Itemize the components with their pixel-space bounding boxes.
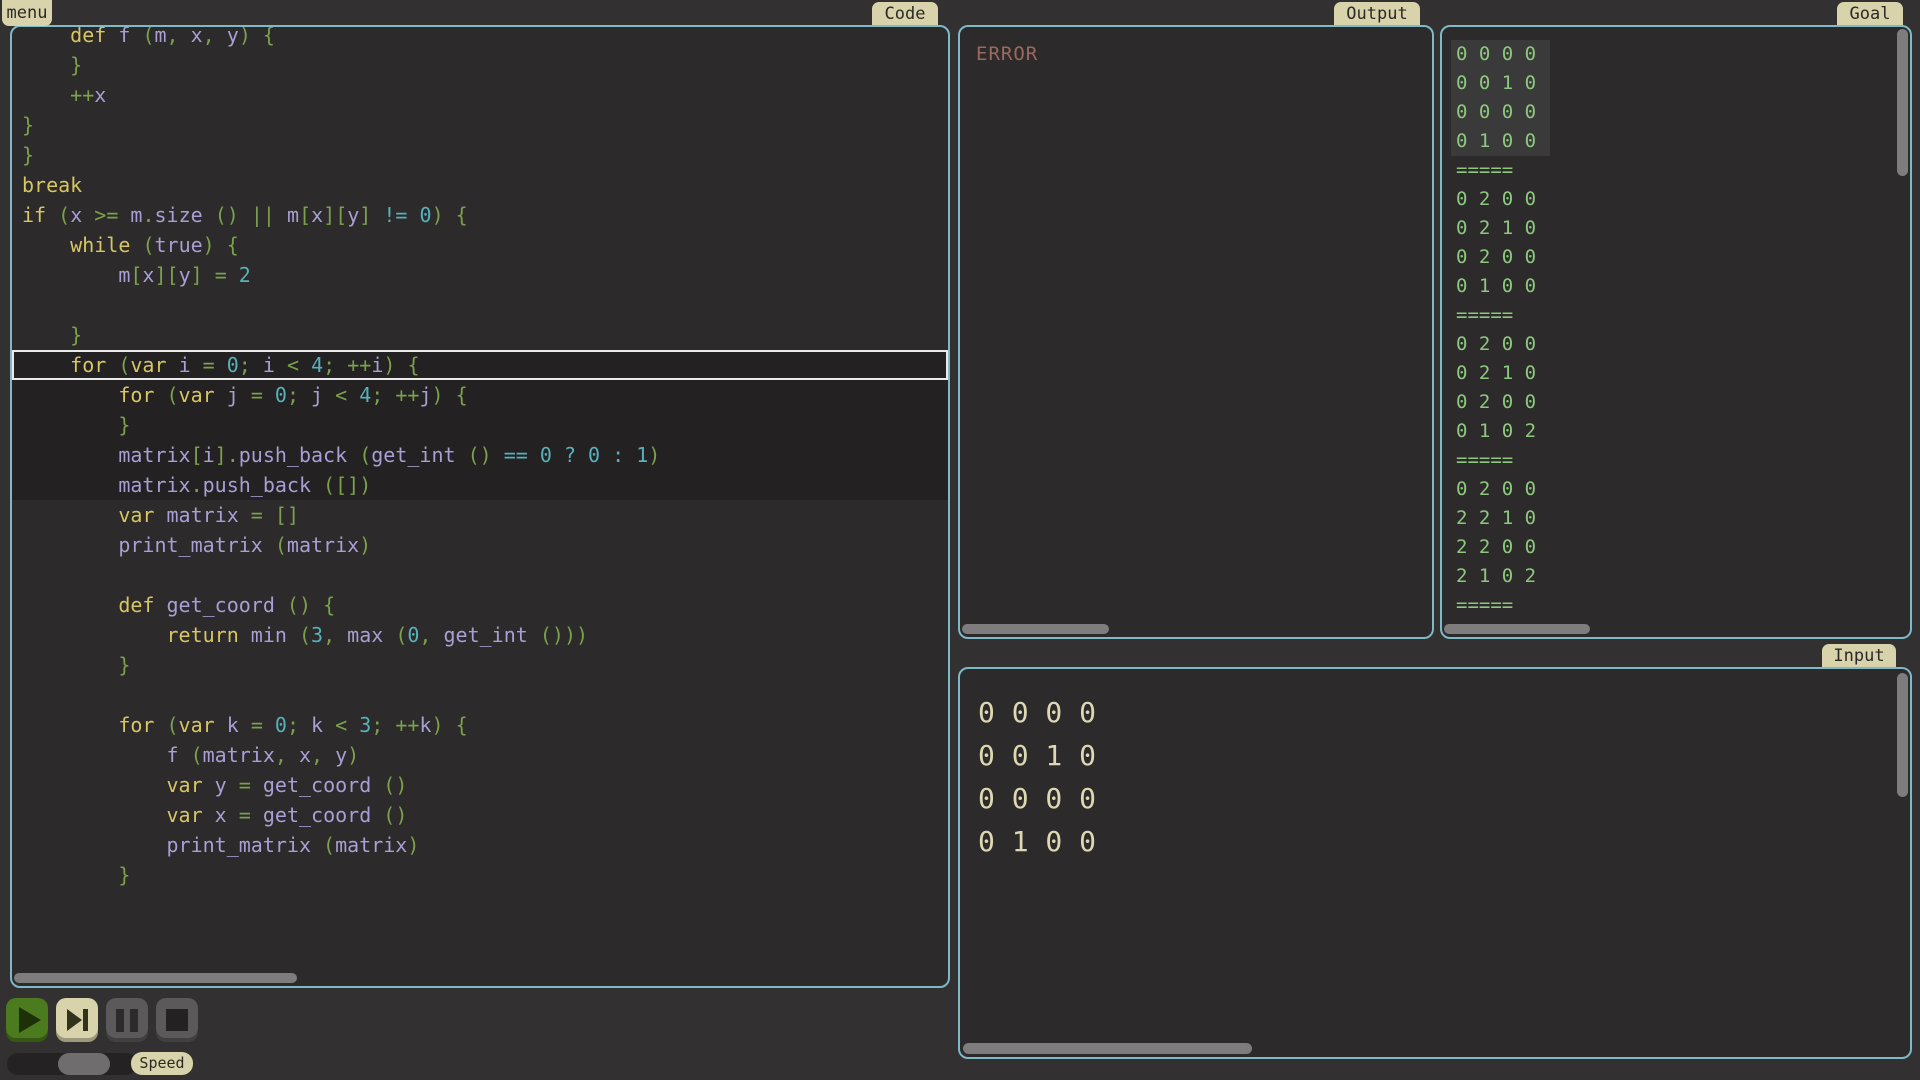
output-panel: ERROR bbox=[958, 25, 1434, 639]
tab-goal[interactable]: Goal bbox=[1837, 2, 1903, 26]
tab-code[interactable]: Code bbox=[872, 2, 938, 26]
code-line[interactable]: return min (3, max (0, get_int ())) bbox=[12, 620, 948, 650]
code-line[interactable]: f (matrix, x, y) bbox=[12, 740, 948, 770]
goal-line: 0 2 0 0 bbox=[1442, 185, 1910, 214]
goal-line: 0 1 0 0 bbox=[1442, 127, 1910, 156]
play-icon bbox=[19, 1007, 41, 1033]
output-h-scrollbar[interactable] bbox=[962, 624, 1109, 634]
code-line[interactable]: break bbox=[12, 170, 948, 200]
code-line[interactable]: } bbox=[12, 320, 948, 350]
goal-line: 0 2 0 0 bbox=[1442, 330, 1910, 359]
goal-line: ===== bbox=[1442, 156, 1910, 185]
code-line[interactable]: } bbox=[12, 860, 948, 890]
input-line: 0 1 0 0 bbox=[960, 820, 1910, 863]
goal-line: 0 2 0 0 bbox=[1442, 475, 1910, 504]
goal-line: 2 2 0 0 bbox=[1442, 533, 1910, 562]
step-forward-icon bbox=[67, 1009, 88, 1031]
goal-panel: 0 0 0 00 0 1 00 0 0 00 1 0 0=====0 2 0 0… bbox=[1440, 25, 1912, 639]
goal-line: ===== bbox=[1442, 446, 1910, 475]
input-line: 0 0 0 0 bbox=[960, 691, 1910, 734]
goal-line: 0 1 0 0 bbox=[1442, 272, 1910, 301]
stop-icon bbox=[166, 1009, 188, 1031]
goal-line: 0 0 0 0 bbox=[1442, 98, 1910, 127]
goal-line: 0 2 1 0 bbox=[1442, 359, 1910, 388]
code-line[interactable]: for (var k = 0; k < 3; ++k) { bbox=[12, 710, 948, 740]
code-panel: def f (m, x, y) { } ++x}}breakif (x >= m… bbox=[10, 25, 950, 988]
code-line[interactable]: print_matrix (matrix) bbox=[12, 830, 948, 860]
goal-h-scrollbar[interactable] bbox=[1444, 624, 1590, 634]
code-line[interactable]: for (var i = 0; i < 4; ++i) { bbox=[12, 350, 948, 380]
goal-line: 0 2 1 0 bbox=[1442, 214, 1910, 243]
goal-line: 2 1 0 2 bbox=[1442, 562, 1910, 591]
input-line: 0 0 0 0 bbox=[960, 777, 1910, 820]
code-line[interactable]: for (var j = 0; j < 4; ++j) { bbox=[12, 380, 948, 410]
code-line[interactable]: var matrix = [] bbox=[12, 500, 948, 530]
code-line[interactable]: m[x][y] = 2 bbox=[12, 260, 948, 290]
pause-icon bbox=[116, 1009, 138, 1032]
code-lines: def f (m, x, y) { } ++x}}breakif (x >= m… bbox=[12, 25, 948, 890]
input-lines: 0 0 0 00 0 1 00 0 0 00 1 0 0 bbox=[960, 691, 1910, 863]
input-h-scrollbar[interactable] bbox=[963, 1043, 1252, 1054]
code-line[interactable]: } bbox=[12, 410, 948, 440]
code-line[interactable]: def get_coord () { bbox=[12, 590, 948, 620]
code-line[interactable]: ++x bbox=[12, 80, 948, 110]
code-line[interactable]: matrix.push_back ([]) bbox=[12, 470, 948, 500]
code-line[interactable]: while (true) { bbox=[12, 230, 948, 260]
pause-button[interactable] bbox=[106, 998, 148, 1042]
code-line[interactable]: if (x >= m.size () || m[x][y] != 0) { bbox=[12, 200, 948, 230]
tab-output[interactable]: Output bbox=[1334, 2, 1420, 26]
code-line[interactable] bbox=[12, 290, 948, 320]
code-line[interactable]: matrix[i].push_back (get_int () == 0 ? 0… bbox=[12, 440, 948, 470]
goal-line: ===== bbox=[1442, 301, 1910, 330]
play-button[interactable] bbox=[6, 998, 48, 1042]
code-h-scrollbar[interactable] bbox=[14, 973, 297, 983]
code-line[interactable] bbox=[12, 680, 948, 710]
input-line: 0 0 1 0 bbox=[960, 734, 1910, 777]
code-line[interactable]: } bbox=[12, 140, 948, 170]
speed-slider-thumb[interactable] bbox=[58, 1053, 110, 1075]
code-line[interactable]: } bbox=[12, 50, 948, 80]
stop-button[interactable] bbox=[156, 998, 198, 1042]
input-panel: 0 0 0 00 0 1 00 0 0 00 1 0 0 bbox=[958, 667, 1912, 1059]
goal-line: 0 1 0 2 bbox=[1442, 417, 1910, 446]
playback-controls bbox=[6, 998, 198, 1042]
goal-lines: 0 0 0 00 0 1 00 0 0 00 1 0 0=====0 2 0 0… bbox=[1442, 40, 1910, 620]
code-line[interactable] bbox=[12, 560, 948, 590]
speed-slider[interactable] bbox=[7, 1053, 137, 1075]
code-line[interactable]: var y = get_coord () bbox=[12, 770, 948, 800]
speed-label: Speed bbox=[131, 1052, 193, 1075]
code-line[interactable]: def f (m, x, y) { bbox=[12, 25, 948, 50]
menu-button[interactable]: menu bbox=[2, 0, 52, 26]
code-line[interactable]: } bbox=[12, 650, 948, 680]
goal-line: 2 2 1 0 bbox=[1442, 504, 1910, 533]
goal-line: ===== bbox=[1442, 591, 1910, 620]
input-v-scrollbar[interactable] bbox=[1897, 673, 1908, 797]
goal-line: 0 0 0 0 bbox=[1442, 40, 1910, 69]
goal-line: 0 2 0 0 bbox=[1442, 243, 1910, 272]
goal-line: 0 2 0 0 bbox=[1442, 388, 1910, 417]
goal-line: 0 0 1 0 bbox=[1442, 69, 1910, 98]
code-line[interactable]: print_matrix (matrix) bbox=[12, 530, 948, 560]
code-line[interactable]: } bbox=[12, 110, 948, 140]
error-text: ERROR bbox=[976, 43, 1038, 65]
code-line[interactable]: var x = get_coord () bbox=[12, 800, 948, 830]
tab-input[interactable]: Input bbox=[1822, 644, 1896, 668]
goal-v-scrollbar[interactable] bbox=[1897, 29, 1908, 176]
step-button[interactable] bbox=[56, 998, 98, 1042]
